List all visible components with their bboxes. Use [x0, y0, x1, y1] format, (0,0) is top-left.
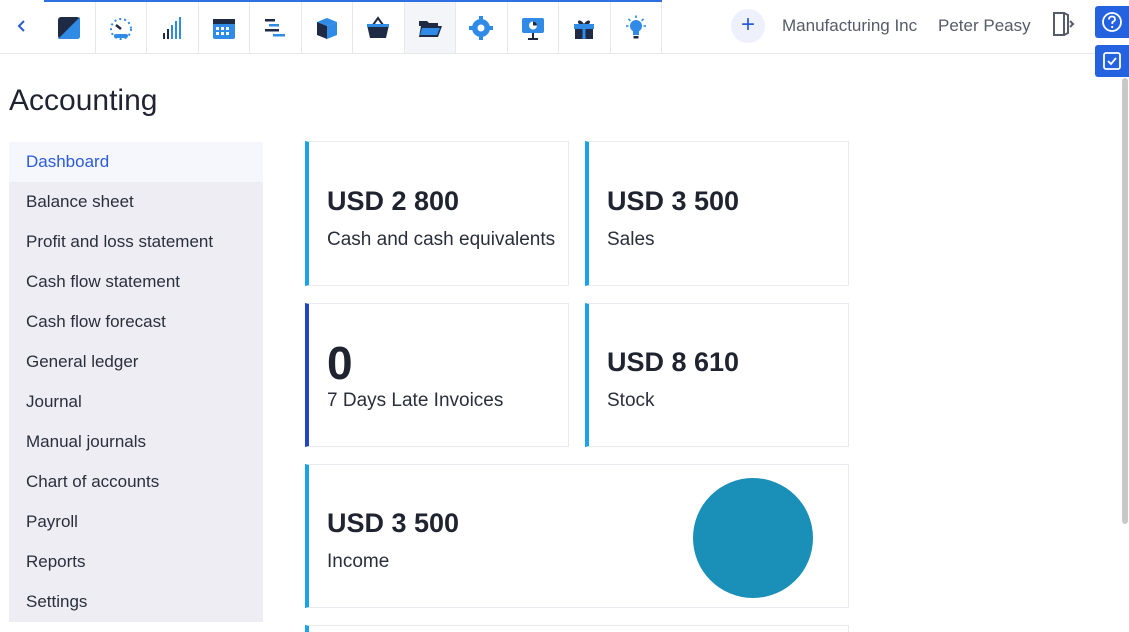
card-late-invoices-value: 0 — [327, 337, 353, 389]
sidebar-item-manual-journals[interactable]: Manual journals — [9, 422, 263, 462]
sidebar-item-dashboard[interactable]: Dashboard — [9, 142, 263, 182]
card-cash[interactable]: USD 2 800 Cash and cash equivalents — [305, 141, 569, 286]
card-stock-value: USD 8 610 — [607, 347, 740, 377]
box-icon — [316, 17, 337, 39]
logo-icon — [58, 16, 81, 39]
checkbox-icon — [1103, 52, 1121, 70]
gift-icon — [574, 20, 595, 39]
income-pie-slice — [693, 478, 813, 598]
logout-icon — [1053, 12, 1075, 36]
income-pie-chart — [693, 478, 813, 598]
lightbulb-icon — [625, 15, 646, 38]
sidebar-item-settings[interactable]: Settings — [9, 582, 263, 622]
app-accounting[interactable] — [404, 2, 456, 53]
app-reports[interactable] — [147, 2, 199, 53]
sidebar-item-payroll[interactable]: Payroll — [9, 502, 263, 542]
sidebar-item-reports[interactable]: Reports — [9, 542, 263, 582]
chevron-left-icon — [17, 20, 25, 32]
add-button[interactable]: + — [731, 9, 765, 43]
app-home[interactable] — [44, 2, 96, 53]
company-name[interactable]: Manufacturing Inc — [782, 16, 917, 36]
card-stock-label: Stock — [607, 390, 655, 411]
sidebar-item-general-ledger[interactable]: General ledger — [9, 342, 263, 382]
sidebar-item-profit-and-loss[interactable]: Profit and loss statement — [9, 222, 263, 262]
folder-open-icon — [418, 20, 442, 37]
card-income[interactable]: USD 3 500 Income — [305, 464, 849, 608]
help-icon — [1102, 12, 1122, 32]
user-name[interactable]: Peter Peasy — [938, 16, 1031, 36]
card-sales-label: Sales — [607, 229, 655, 250]
app-presentation[interactable] — [508, 2, 559, 53]
app-settings[interactable] — [456, 2, 508, 53]
gear-icon — [469, 15, 494, 40]
card-sales-value: USD 3 500 — [607, 186, 740, 216]
back-button[interactable] — [0, 0, 44, 52]
sidebar-item-chart-of-accounts[interactable]: Chart of accounts — [9, 462, 263, 502]
card-cash-label: Cash and cash equivalents — [327, 229, 556, 250]
sidebar-item-balance-sheet[interactable]: Balance sheet — [9, 182, 263, 222]
card-next[interactable] — [305, 625, 849, 632]
presentation-icon — [521, 17, 544, 40]
card-sales[interactable]: USD 3 500 Sales — [585, 141, 849, 286]
accounting-sidebar: Dashboard Balance sheet Profit and loss … — [9, 142, 263, 622]
card-late-invoices[interactable]: 0 7 Days Late Invoices — [305, 303, 569, 447]
top-bar: + Manufacturing Inc Peter Peasy — [0, 0, 1129, 54]
app-calendar[interactable] — [199, 2, 250, 53]
page-scrollbar[interactable] — [1122, 78, 1128, 524]
sidebar-item-cash-flow-statement[interactable]: Cash flow statement — [9, 262, 263, 302]
logout-button[interactable] — [1050, 9, 1076, 39]
calendar-icon — [212, 18, 235, 39]
card-late-invoices-label: 7 Days Late Invoices — [327, 390, 504, 411]
app-dashboard[interactable] — [96, 2, 147, 53]
app-ideas[interactable] — [611, 2, 662, 53]
card-cash-value: USD 2 800 — [327, 186, 460, 216]
tasks-button[interactable] — [1095, 45, 1129, 77]
app-inventory[interactable] — [302, 2, 353, 53]
card-stock[interactable]: USD 8 610 Stock — [585, 303, 849, 447]
card-income-value: USD 3 500 — [327, 508, 460, 538]
app-switcher — [44, 0, 662, 53]
sidebar-item-cash-flow-forecast[interactable]: Cash flow forecast — [9, 302, 263, 342]
help-button[interactable] — [1095, 6, 1129, 38]
gantt-icon — [265, 18, 286, 36]
page-title: Accounting — [9, 84, 158, 117]
basket-icon — [367, 15, 390, 38]
app-sales[interactable] — [353, 2, 405, 53]
app-projects[interactable] — [250, 2, 302, 53]
app-gifts[interactable] — [559, 2, 611, 53]
speedometer-icon — [109, 17, 132, 40]
sidebar-item-journal[interactable]: Journal — [9, 382, 263, 422]
signal-bars-icon — [163, 16, 182, 39]
card-income-label: Income — [327, 551, 390, 572]
